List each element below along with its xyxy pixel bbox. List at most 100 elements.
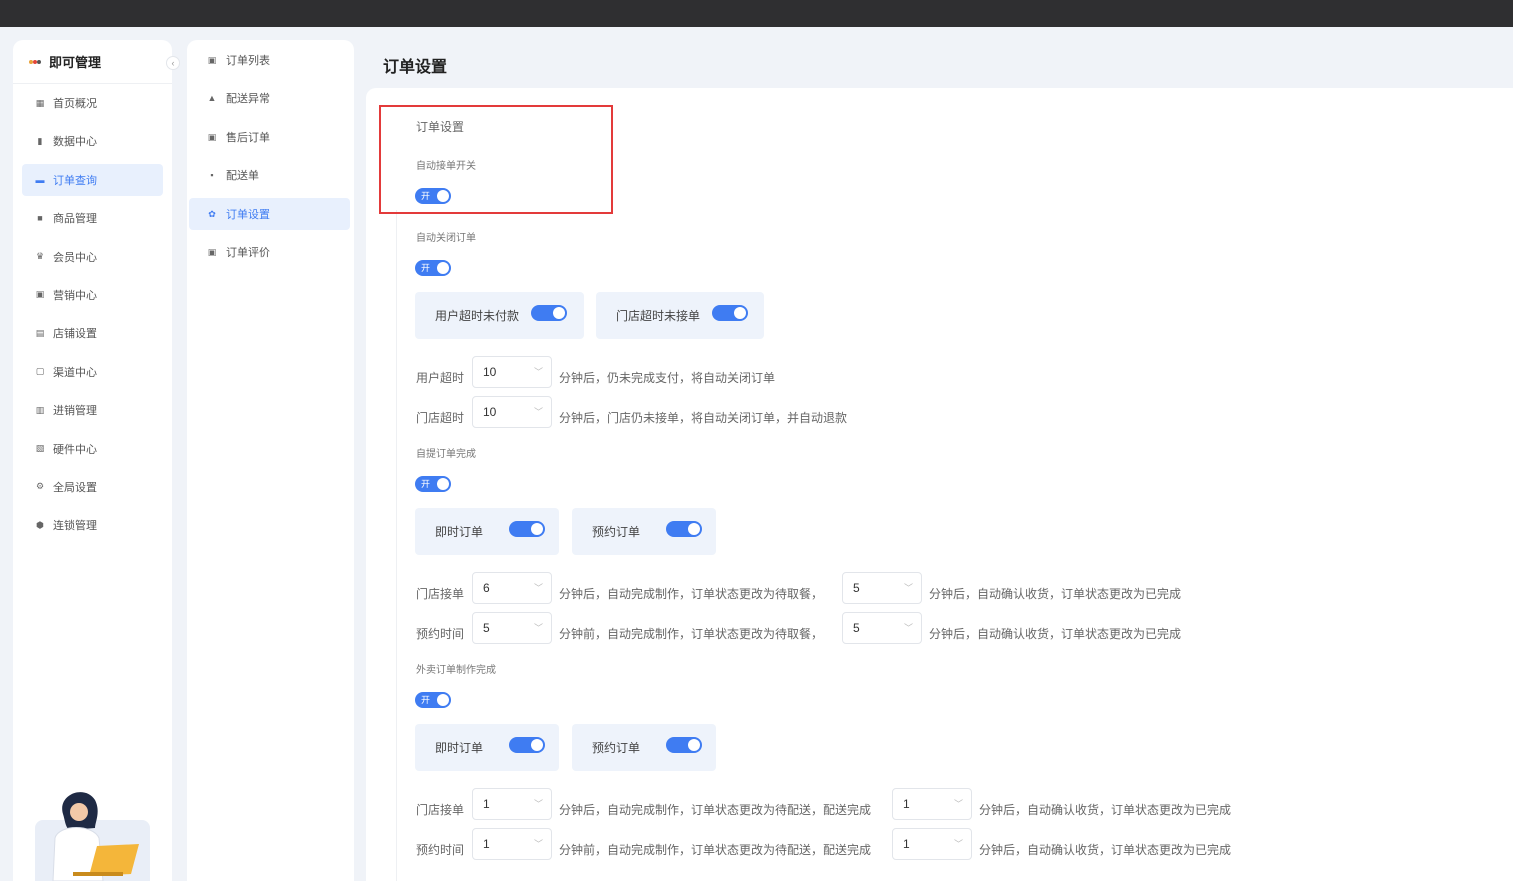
delivery-complete-label: 外卖订单制作完成 <box>416 665 496 676</box>
user-timeout-toggle[interactable] <box>531 304 568 321</box>
chevron-down-icon: ﹀ <box>533 407 543 417</box>
sidebar-item-1[interactable]: ▮ 数据中心 <box>22 125 163 157</box>
submenu-item-5[interactable]: ▣ 订单评价 <box>189 236 350 268</box>
sidebar-item-7[interactable]: ▢ 渠道中心 <box>22 356 163 388</box>
sidebar-item-3[interactable]: ■ 商品管理 <box>22 202 163 234</box>
inventory-icon: ▥ <box>35 404 45 415</box>
marketing-icon: ▣ <box>35 289 45 300</box>
row-label: 预约时间 <box>416 843 465 857</box>
row-label: 门店接单 <box>416 587 465 601</box>
brand-title: 即可管理 <box>49 55 102 70</box>
sidebar-item-0[interactable]: ▦ 首页概况 <box>22 87 163 119</box>
order-icon: ▬ <box>35 174 45 185</box>
delivery-reserve-confirm-select[interactable]: 1 ﹀ <box>892 828 972 860</box>
sidebar-item-5[interactable]: ▣ 营销中心 <box>22 279 163 311</box>
delivery-instant-card: 即时订单 <box>415 724 559 771</box>
store-icon: ▤ <box>35 327 45 338</box>
pickup-instant-toggle[interactable] <box>509 520 546 537</box>
chevron-down-icon: ﹀ <box>533 623 543 633</box>
submenu-item-4[interactable]: ✿ 订单设置 <box>189 198 350 230</box>
submenu-item-label: 订单设置 <box>226 209 270 221</box>
sidebar-item-8[interactable]: ▥ 进销管理 <box>22 394 163 426</box>
submenu-item-1[interactable]: ▲ 配送异常 <box>189 82 350 114</box>
switch-on-text: 开 <box>421 695 431 705</box>
select-value: 1 <box>483 837 490 851</box>
submenu-item-3[interactable]: ▪ 配送单 <box>189 159 350 191</box>
pickup-complete-switch[interactable]: 开 <box>415 476 451 492</box>
submenu-item-label: 订单评价 <box>226 247 270 259</box>
select-value: 5 <box>853 621 860 635</box>
chevron-down-icon: ﹀ <box>533 583 543 593</box>
store-timeout-toggle[interactable] <box>712 304 749 321</box>
select-value: 5 <box>483 621 490 635</box>
pickup-reserve-card: 预约订单 <box>572 508 716 555</box>
brand-header: 即可管理 <box>13 40 172 84</box>
crown-icon: ♛ <box>35 251 45 262</box>
brand-logo-icon <box>29 57 41 67</box>
bar-chart-icon: ▮ <box>37 135 43 146</box>
row-description: 分钟后，门店仍未接单，将自动关闭订单，并自动退款 <box>559 411 848 425</box>
toggle-knob <box>688 522 701 535</box>
sidebar-item-11[interactable]: ⬢ 连锁管理 <box>22 509 163 541</box>
toggle-knob <box>531 522 544 535</box>
sub-sidebar: ▣ 订单列表 ▲ 配送异常 ▣ 售后订单 ▪ 配送单 ✿ 订单设置 ▣ 订单评价 <box>187 40 354 881</box>
row-description: 分钟前，自动完成制作，订单状态更改为待取餐， <box>559 627 824 641</box>
select-value: 10 <box>483 365 497 379</box>
select-value: 10 <box>483 405 497 419</box>
sidebar-item-label: 商品管理 <box>53 213 97 226</box>
auto-close-switch[interactable]: 开 <box>415 260 451 276</box>
highlight-annotation-box <box>379 105 613 214</box>
toggle-knob <box>688 738 701 751</box>
sidebar-item-label: 订单查询 <box>53 174 97 187</box>
submenu-item-label: 订单列表 <box>226 55 270 67</box>
chevron-down-icon: ﹀ <box>903 583 913 593</box>
submenu-item-2[interactable]: ▣ 售后订单 <box>189 121 350 153</box>
person-with-laptop-illustration <box>35 792 150 881</box>
chevron-down-icon: ﹀ <box>953 839 963 849</box>
delivery-accept-select[interactable]: 1 ﹀ <box>472 788 552 820</box>
sidebar-item-2[interactable]: ▬ 订单查询 <box>22 163 163 196</box>
row-description: 分钟后，仍未完成支付，将自动关闭订单 <box>559 371 776 385</box>
store-timeout-select[interactable]: 10 ﹀ <box>472 396 552 428</box>
pickup-complete-label: 自提订单完成 <box>416 449 476 460</box>
delivery-reserve-select[interactable]: 1 ﹀ <box>472 828 552 860</box>
row-description: 分钟后，自动确认收货，订单状态更改为已完成 <box>929 587 1182 601</box>
divider <box>396 210 397 881</box>
row-description: 分钟前，自动完成制作，订单状态更改为待配送，配送完成 <box>559 843 872 857</box>
delivery-reserve-toggle[interactable] <box>666 736 703 753</box>
chevron-down-icon: ﹀ <box>533 367 543 377</box>
delivery-complete-switch[interactable]: 开 <box>415 692 451 708</box>
pickup-reserve-toggle[interactable] <box>666 520 703 537</box>
user-timeout-select[interactable]: 10 ﹀ <box>472 356 552 388</box>
sidebar-item-10[interactable]: ⚙ 全局设置 <box>22 471 163 503</box>
sidebar-item-4[interactable]: ♛ 会员中心 <box>22 241 163 273</box>
switch-on-text: 开 <box>421 479 431 489</box>
page-title: 订单设置 <box>383 59 448 76</box>
submenu-item-0[interactable]: ▣ 订单列表 <box>189 44 350 76</box>
auto-close-label: 自动关闭订单 <box>416 233 476 244</box>
select-value: 1 <box>483 797 490 811</box>
row-description: 分钟后，自动完成制作，订单状态更改为待取餐， <box>559 587 824 601</box>
select-value: 1 <box>903 797 910 811</box>
pickup-accept-confirm-select[interactable]: 5 ﹀ <box>842 572 922 604</box>
pickup-reserve-select[interactable]: 5 ﹀ <box>472 612 552 644</box>
delivery-accept-confirm-select[interactable]: 1 ﹀ <box>892 788 972 820</box>
row-description: 分钟后，自动确认收货，订单状态更改为已完成 <box>979 843 1232 857</box>
toggle-knob <box>553 306 566 319</box>
pickup-accept-select[interactable]: 6 ﹀ <box>472 572 552 604</box>
sidebar-item-6[interactable]: ▤ 店铺设置 <box>22 317 163 349</box>
sidebar-nav: ▦ 首页概况 ▮ 数据中心 ▬ 订单查询 ■ 商品管理 ♛ 会员中心 ▣ 营销中心 ▤ 店铺设置 ▢ 渠道中心… <box>22 87 163 548</box>
sidebar-item-label: 数据中心 <box>53 136 97 149</box>
delivery-instant-toggle[interactable] <box>509 736 546 753</box>
sidebar-item-label: 首页概况 <box>53 98 97 110</box>
gear-icon: ✿ <box>208 208 216 219</box>
pickup-reserve-confirm-select[interactable]: 5 ﹀ <box>842 612 922 644</box>
gear-icon: ⚙ <box>35 481 45 492</box>
collapse-sidebar-button[interactable]: ‹ <box>166 56 180 70</box>
sidebar-item-label: 渠道中心 <box>53 366 97 379</box>
sidebar-item-9[interactable]: ▧ 硬件中心 <box>22 433 163 465</box>
sidebar-item-label: 店铺设置 <box>53 328 97 341</box>
user-timeout-card: 用户超时未付款 <box>415 292 584 339</box>
sidebar-item-label: 进销管理 <box>53 405 97 418</box>
switch-knob <box>437 694 449 706</box>
